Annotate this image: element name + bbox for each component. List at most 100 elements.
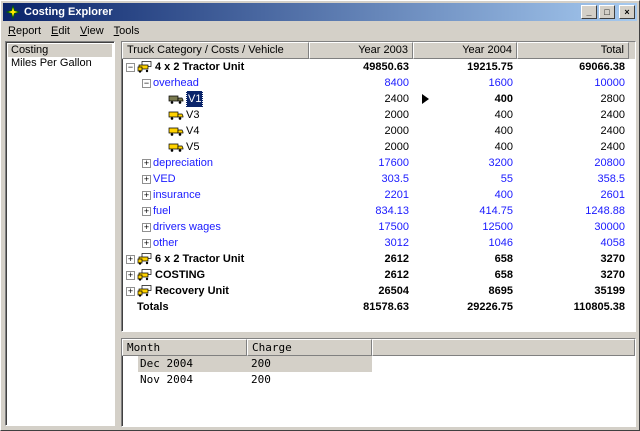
value-cell[interactable]: 29226.75 <box>413 299 517 315</box>
value-cell[interactable]: 2400 <box>309 91 413 107</box>
value-cell[interactable]: 3012 <box>309 235 413 251</box>
value-cell[interactable]: 400 <box>413 139 517 155</box>
value-cell[interactable]: 3270 <box>517 267 629 283</box>
charge-row[interactable]: Nov 2004 200 <box>138 372 635 388</box>
value-cell[interactable]: 26504 <box>309 283 413 299</box>
table-row[interactable]: + fuel 834.13 414.75 1248.88 <box>122 203 635 219</box>
table-row[interactable]: V5 2000 400 2400 <box>122 139 635 155</box>
value-cell[interactable]: 2000 <box>309 107 413 123</box>
value-cell[interactable]: 3270 <box>517 251 629 267</box>
value-cell[interactable]: 2201 <box>309 187 413 203</box>
report-list[interactable]: Costing Miles Per Gallon <box>5 41 115 426</box>
value-cell[interactable]: 3200 <box>413 155 517 171</box>
menu-report[interactable]: Report <box>3 25 46 37</box>
expand-button[interactable]: + <box>142 238 151 248</box>
table-row[interactable]: + COSTING 2612 658 3270 <box>122 267 635 283</box>
value-cell[interactable]: 8400 <box>309 75 413 91</box>
column-header-total[interactable]: Total <box>517 42 629 59</box>
table-row[interactable]: V4 2000 400 2400 <box>122 123 635 139</box>
minimize-button[interactable]: _ <box>581 5 597 19</box>
value-cell[interactable]: 1248.88 <box>517 203 629 219</box>
charges-grid[interactable]: Month Charge Dec 2004 200 Nov 2004 200 <box>121 338 636 427</box>
table-row[interactable]: +6 x 2 Tractor Unit 2612 658 3270 <box>122 251 635 267</box>
value-cell[interactable]: 8695 <box>413 283 517 299</box>
table-row[interactable]: − overhead 8400 1600 10000 <box>122 75 635 91</box>
value-cell[interactable]: 17500 <box>309 219 413 235</box>
table-row[interactable]: + Recovery Unit 26504 8695 35199 <box>122 283 635 299</box>
table-row[interactable]: V1 2400 400 2800 <box>122 91 635 107</box>
value-cell[interactable]: 400 <box>413 123 517 139</box>
value-cell[interactable]: 1600 <box>413 75 517 91</box>
value-cell[interactable]: 2400 <box>517 123 629 139</box>
value-cell[interactable]: 17600 <box>309 155 413 171</box>
expand-button[interactable]: + <box>142 206 151 216</box>
charge-row[interactable]: Dec 2004 200 <box>138 356 372 372</box>
table-row[interactable]: − 4 x 2 Tractor Unit 49850.63 19215.75 69066… <box>122 59 635 75</box>
value-cell[interactable]: 69066.38 <box>517 59 629 75</box>
value-cell[interactable]: 81578.63 <box>309 299 413 315</box>
value-cell[interactable]: 30000 <box>517 219 629 235</box>
expand-button[interactable]: + <box>126 270 135 280</box>
title-bar[interactable]: Costing Explorer _ □ × <box>3 3 637 21</box>
collapse-button[interactable]: − <box>126 62 135 72</box>
value-cell[interactable]: 658 <box>413 267 517 283</box>
value-cell[interactable]: 303.5 <box>309 171 413 187</box>
value-cell[interactable]: 2400 <box>517 107 629 123</box>
expand-button[interactable]: + <box>142 174 151 184</box>
value-cell[interactable]: 2601 <box>517 187 629 203</box>
expand-button[interactable]: + <box>142 158 151 168</box>
charges-header: Month Charge <box>122 339 635 356</box>
value-cell[interactable]: 110805.38 <box>517 299 629 315</box>
column-header-charge[interactable]: Charge <box>247 339 372 356</box>
column-header-year-2004[interactable]: Year 2004 <box>413 42 517 59</box>
table-row[interactable]: + VED 303.5 55 358.5 <box>122 171 635 187</box>
value-cell[interactable]: 400 <box>413 107 517 123</box>
value-cell[interactable]: 2800 <box>517 91 629 107</box>
expand-button[interactable]: + <box>126 286 135 296</box>
maximize-button[interactable]: □ <box>599 5 615 19</box>
expand-button[interactable]: + <box>126 254 135 264</box>
column-header-year-2003[interactable]: Year 2003 <box>309 42 413 59</box>
value-cell[interactable]: 414.75 <box>413 203 517 219</box>
table-row[interactable]: + other 3012 1046 4058 <box>122 235 635 251</box>
value-cell[interactable]: 4058 <box>517 235 629 251</box>
table-row[interactable]: V3 2000 400 2400 <box>122 107 635 123</box>
value-cell[interactable]: 12500 <box>413 219 517 235</box>
close-button[interactable]: × <box>619 5 635 19</box>
value-cell[interactable]: 400 <box>413 187 517 203</box>
table-row[interactable]: + drivers wages 17500 12500 30000 <box>122 219 635 235</box>
value-cell[interactable]: 2000 <box>309 139 413 155</box>
report-item-costing[interactable]: Costing <box>8 44 112 57</box>
value-cell[interactable]: 20800 <box>517 155 629 171</box>
value-cell[interactable]: 2400 <box>517 139 629 155</box>
value-cell[interactable]: 358.5 <box>517 171 629 187</box>
report-item-miles-per-gallon[interactable]: Miles Per Gallon <box>8 57 112 70</box>
collapse-button[interactable]: − <box>142 78 151 88</box>
window-title: Costing Explorer <box>24 6 113 18</box>
value-cell[interactable]: 55 <box>413 171 517 187</box>
value-cell[interactable]: 2000 <box>309 123 413 139</box>
menu-tools[interactable]: Tools <box>109 25 145 37</box>
value-cell[interactable]: 2612 <box>309 267 413 283</box>
expand-button[interactable]: + <box>142 222 151 232</box>
value-cell[interactable]: 19215.75 <box>413 59 517 75</box>
value-cell[interactable]: 35199 <box>517 283 629 299</box>
value-cell[interactable]: 834.13 <box>309 203 413 219</box>
menu-view[interactable]: View <box>75 25 109 37</box>
column-header-category[interactable]: Truck Category / Costs / Vehicle <box>122 42 309 59</box>
menu-edit[interactable]: Edit <box>46 25 75 37</box>
column-header-month[interactable]: Month <box>122 339 247 356</box>
table-row[interactable]: + insurance 2201 400 2601 <box>122 187 635 203</box>
row-label: fuel <box>153 205 171 217</box>
expand-button[interactable]: + <box>142 190 151 200</box>
table-row[interactable]: + depreciation 17600 3200 20800 <box>122 155 635 171</box>
row-label-cell: − overhead <box>122 75 309 91</box>
value-cell[interactable]: 49850.63 <box>309 59 413 75</box>
value-cell[interactable]: 1046 <box>413 235 517 251</box>
row-label: depreciation <box>153 157 213 169</box>
value-cell[interactable]: 658 <box>413 251 517 267</box>
table-row[interactable]: Totals 81578.63 29226.75 110805.38 <box>122 299 635 315</box>
value-cell[interactable]: 10000 <box>517 75 629 91</box>
costing-grid[interactable]: Truck Category / Costs / Vehicle Year 20… <box>121 41 636 332</box>
value-cell[interactable]: 2612 <box>309 251 413 267</box>
